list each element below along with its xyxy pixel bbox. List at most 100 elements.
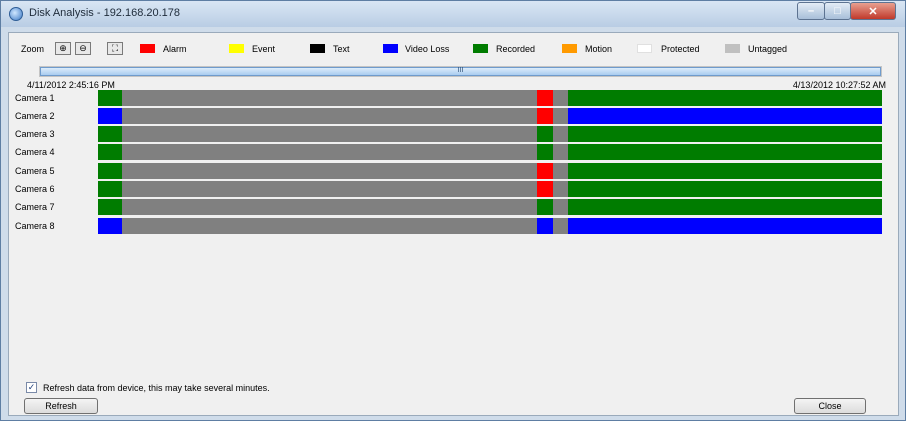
client-area: Zoom ⊕ ⊖ ⛶ Alarm Event Text Video Loss R…	[8, 32, 899, 416]
timeline-segment-gray-bar	[552, 163, 569, 179]
timeline-segment-video-loss	[568, 108, 882, 124]
legend-label-untagged: Untagged	[748, 44, 788, 54]
timeline-segment-video-loss	[98, 218, 122, 234]
camera-row: Camera 3	[9, 126, 889, 142]
legend-swatch-alarm	[140, 44, 155, 53]
legend-swatch-untagged	[725, 44, 740, 53]
close-window-button[interactable]: ✕	[850, 2, 896, 20]
timeline-segment-gray-bar	[552, 218, 569, 234]
camera-row: Camera 6	[9, 181, 889, 197]
checkmark-icon: ✓	[27, 382, 36, 392]
timeline-segment-recorded	[98, 181, 122, 197]
timeline-segment-recorded	[98, 144, 122, 160]
timeline-segment-gray-bar	[121, 163, 538, 179]
timeline-segment-gray-bar	[121, 218, 538, 234]
timeline-segment-gray-bar	[552, 181, 569, 197]
camera-row: Camera 8	[9, 218, 889, 234]
legend-label-event: Event	[252, 44, 276, 54]
camera-label: Camera 6	[15, 184, 55, 194]
timeline-segment-recorded	[98, 126, 122, 142]
timeline-segment-gray-bar	[121, 144, 538, 160]
timeline-segment-video-loss	[568, 218, 882, 234]
refresh-button[interactable]: Refresh	[24, 398, 98, 414]
window-title: Disk Analysis - 192.168.20.178	[29, 7, 181, 19]
timeline-segment-recorded	[568, 144, 882, 160]
maximize-icon: □	[834, 5, 841, 17]
zoom-label: Zoom	[21, 44, 45, 54]
timeline-segment-recorded	[568, 90, 882, 106]
camera-timeline-bar[interactable]	[98, 163, 882, 179]
legend-label-recorded: Recorded	[496, 44, 536, 54]
timeline-segment-recorded	[568, 181, 882, 197]
timeline-scrollbar[interactable]: III	[39, 66, 882, 77]
zoom-out-button[interactable]: ⊖	[75, 42, 91, 55]
camera-label: Camera 3	[15, 129, 55, 139]
timeline-segment-gray-bar	[552, 199, 569, 215]
zoom-fit-icon: ⛶	[111, 43, 119, 53]
camera-row: Camera 1	[9, 90, 889, 106]
timeline-segment-video-loss	[98, 108, 122, 124]
camera-label: Camera 4	[15, 147, 55, 157]
camera-label: Camera 7	[15, 202, 55, 212]
timeline-segment-recorded	[98, 90, 122, 106]
timeline-segment-video-loss	[537, 218, 553, 234]
scrollbar-thumb[interactable]: III	[40, 67, 881, 76]
zoom-in-button[interactable]: ⊕	[55, 42, 71, 55]
title-bar[interactable]: Disk Analysis - 192.168.20.178 – □ ✕	[1, 1, 905, 27]
timeline-segment-recorded	[537, 126, 553, 142]
timeline-segment-gray-bar	[552, 144, 569, 160]
timeline-segment-recorded	[98, 199, 122, 215]
legend-swatch-video-loss	[383, 44, 398, 53]
refresh-data-checkbox-label: Refresh data from device, this may take …	[43, 383, 270, 393]
timeline-segment-gray-bar	[121, 90, 538, 106]
timeline-segment-alarm	[537, 163, 553, 179]
camera-timeline-bar[interactable]	[98, 90, 882, 106]
legend-swatch-event	[229, 44, 244, 53]
camera-row: Camera 2	[9, 108, 889, 124]
close-icon: ✕	[868, 5, 878, 18]
timeline-segment-gray-bar	[552, 126, 569, 142]
close-button[interactable]: Close	[794, 398, 866, 414]
legend-bar: Zoom ⊕ ⊖ ⛶ Alarm Event Text Video Loss R…	[13, 42, 893, 56]
refresh-data-checkbox[interactable]: ✓	[26, 382, 37, 393]
zoom-fit-button[interactable]: ⛶	[107, 42, 123, 55]
timeline-segment-recorded	[568, 199, 882, 215]
camera-timeline-bar[interactable]	[98, 108, 882, 124]
legend-label-protected: Protected	[661, 44, 700, 54]
timeline-segment-gray-bar	[121, 199, 538, 215]
timeline-segment-gray-bar	[121, 126, 538, 142]
timeline-segment-recorded	[98, 163, 122, 179]
camera-timeline-bar[interactable]	[98, 126, 882, 142]
timeline-segment-gray-bar	[552, 108, 569, 124]
timeline-segment-recorded	[568, 126, 882, 142]
timeline-segment-recorded	[537, 144, 553, 160]
camera-timeline-bar[interactable]	[98, 144, 882, 160]
camera-label: Camera 8	[15, 221, 55, 231]
timeline-segment-recorded	[537, 199, 553, 215]
disk-analysis-window: Disk Analysis - 192.168.20.178 – □ ✕ Zoo…	[0, 0, 906, 421]
camera-row: Camera 5	[9, 163, 889, 179]
camera-timeline-bar[interactable]	[98, 218, 882, 234]
timeline-start-time: 4/11/2012 2:45:16 PM	[27, 80, 115, 90]
legend-label-text: Text	[333, 44, 350, 54]
scrollbar-grip: III	[457, 67, 464, 74]
camera-label: Camera 2	[15, 111, 55, 121]
legend-swatch-recorded	[473, 44, 488, 53]
zoom-in-icon: ⊕	[59, 43, 67, 53]
minimize-button[interactable]: –	[797, 2, 825, 20]
camera-label: Camera 5	[15, 166, 55, 176]
zoom-out-icon: ⊖	[79, 43, 87, 53]
camera-timeline-bar[interactable]	[98, 181, 882, 197]
camera-timeline-bar[interactable]	[98, 199, 882, 215]
camera-row: Camera 4	[9, 144, 889, 160]
maximize-button[interactable]: □	[824, 2, 851, 20]
timeline-segment-gray-bar	[121, 181, 538, 197]
legend-label-video-loss: Video Loss	[405, 44, 450, 54]
app-icon	[9, 7, 23, 21]
timeline-segment-recorded	[568, 163, 882, 179]
timeline-segment-alarm	[537, 181, 553, 197]
timeline-segment-gray-bar	[121, 108, 538, 124]
timeline-segment-alarm	[537, 108, 553, 124]
legend-swatch-motion	[562, 44, 577, 53]
legend-swatch-protected	[637, 44, 652, 53]
